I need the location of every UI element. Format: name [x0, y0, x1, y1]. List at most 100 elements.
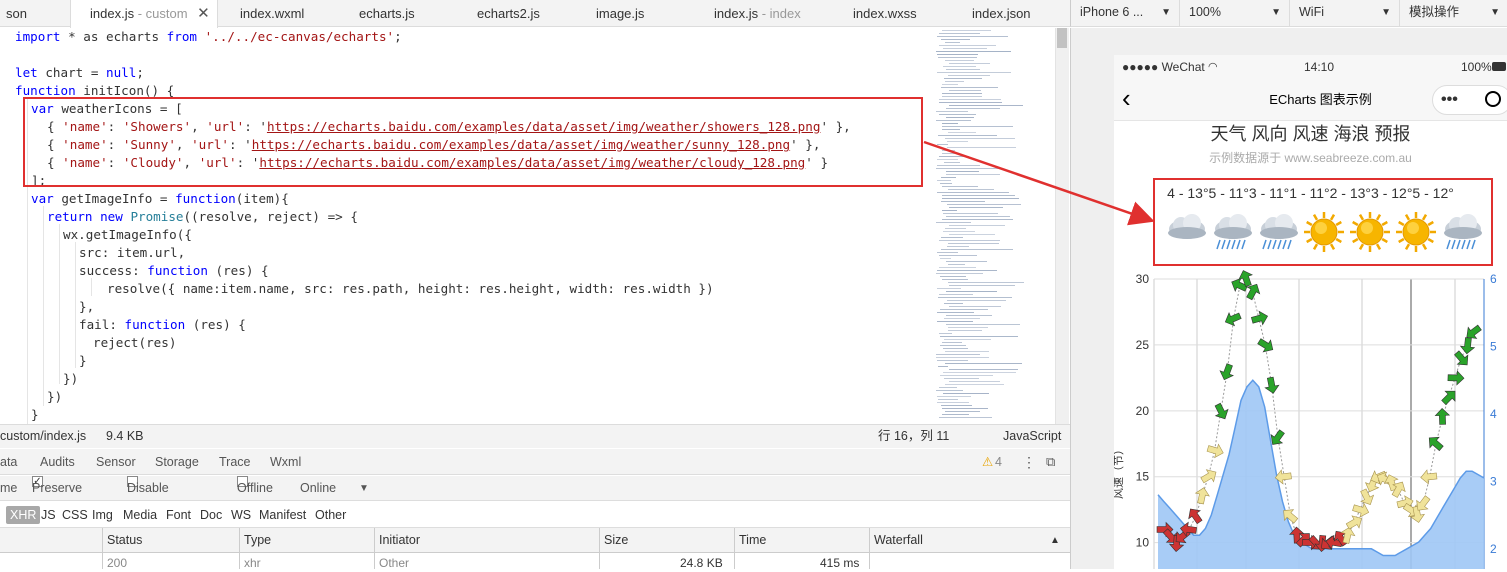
tab-storage[interactable]: Storage — [155, 449, 199, 475]
minimap-line — [939, 387, 957, 388]
minimap-line — [937, 36, 1008, 37]
close-circle-icon[interactable] — [1485, 91, 1501, 107]
filter-font[interactable]: Font — [166, 502, 191, 528]
code-line: import * as echarts from '../../ec-canva… — [15, 29, 402, 44]
scrollbar-thumb[interactable] — [1057, 28, 1067, 48]
action-select[interactable]: 模拟操作 ▼ — [1400, 0, 1507, 27]
minimap-line — [948, 282, 1024, 283]
tab-label: echarts2.js — [477, 6, 540, 21]
minimap-line — [947, 246, 969, 247]
minimap-line — [938, 297, 1012, 298]
tab-wxml[interactable]: Wxml — [270, 449, 301, 475]
tab-index-json[interactable]: index.json — [950, 0, 1070, 27]
zoom-select[interactable]: 100% ▼ — [1180, 0, 1290, 27]
filter-other[interactable]: Other — [315, 502, 346, 528]
tab-index-js-custom[interactable]: index.js - custom ✕ — [70, 0, 218, 28]
sort-up-icon[interactable]: ▲ — [1050, 528, 1060, 553]
filter-img[interactable]: Img — [92, 502, 113, 528]
minimap-line — [946, 108, 1000, 109]
filter-doc[interactable]: Doc — [200, 502, 222, 528]
undock-icon[interactable]: ⧉ — [1046, 449, 1055, 475]
minimap-line — [947, 141, 968, 142]
status-bar: custom/index.js 9.4 KB 行 16，列 11 JavaScr… — [0, 424, 1070, 448]
filter-css[interactable]: CSS — [62, 502, 88, 528]
col-size[interactable]: Size — [604, 528, 628, 553]
tab-image-js[interactable]: image.js — [572, 0, 690, 27]
minimap-line — [948, 75, 990, 76]
minimap-line — [937, 288, 961, 289]
y2-tick-label: 5 — [1490, 339, 1497, 353]
network-select[interactable]: WiFi ▼ — [1290, 0, 1400, 27]
more-icon[interactable]: ⋮ — [1022, 449, 1036, 475]
minimap-line — [943, 48, 987, 49]
minimap-line — [946, 216, 1010, 217]
minimap-line — [940, 309, 988, 310]
filter-xhr[interactable]: XHR — [6, 506, 41, 524]
chevron-down-icon[interactable]: ▼ — [359, 476, 369, 501]
tab-suffix: - index — [758, 6, 801, 21]
filter-ws[interactable]: WS — [231, 502, 251, 528]
minimap-line — [948, 243, 999, 244]
cursor-position[interactable]: 行 16，列 11 — [878, 425, 949, 447]
file-size: 9.4 KB — [106, 429, 144, 443]
table-row[interactable]: 200 xhr Other 24.8 KB 415 ms — [0, 554, 1070, 570]
minimap-line — [936, 111, 968, 112]
tab-label: image.js — [596, 6, 645, 21]
device-select[interactable]: iPhone 6 ... ▼ — [1071, 0, 1180, 27]
tab-echarts2-js[interactable]: echarts2.js — [454, 0, 572, 27]
minimap-line — [944, 378, 979, 379]
minimap-line — [943, 348, 968, 349]
highlight-box — [23, 97, 923, 187]
warning-count: 4 — [995, 455, 1002, 469]
minimap-line — [944, 339, 991, 340]
tab-trace[interactable]: Trace — [219, 449, 251, 475]
phone-screen: ●●●●● WeChat ◠ 14:10 100% ‹ ECharts 图表示例… — [1114, 55, 1507, 569]
col-time[interactable]: Time — [739, 528, 766, 553]
filter-media[interactable]: Media — [123, 502, 157, 528]
tab-index-wxss[interactable]: index.wxss — [830, 0, 950, 27]
minimap-line — [937, 165, 980, 166]
minimap-line — [945, 42, 960, 43]
minimap-line — [942, 129, 960, 130]
y-tick-label: 10 — [1136, 536, 1150, 550]
vertical-scrollbar[interactable] — [1055, 28, 1069, 424]
y2-tick-label: 2 — [1490, 542, 1497, 556]
minimap-line — [944, 78, 982, 79]
col-type[interactable]: Type — [244, 528, 271, 553]
more-icon[interactable]: ••• — [1441, 90, 1458, 110]
col-initiator[interactable]: Initiator — [379, 528, 420, 553]
ios-status-bar: ●●●●● WeChat ◠ 14:10 100% — [1114, 55, 1507, 79]
tab-sensor[interactable]: Sensor — [96, 449, 136, 475]
code-editor[interactable]: import * as echarts from '../../ec-canva… — [0, 28, 930, 424]
minimap-line — [936, 357, 989, 358]
minimap-line — [940, 258, 951, 259]
language-mode[interactable]: JavaScript — [1003, 425, 1061, 447]
showers-icon — [1444, 214, 1482, 250]
y-tick-label: 25 — [1136, 338, 1150, 352]
minimap-line — [945, 351, 989, 352]
tab-json[interactable]: son — [0, 0, 70, 27]
close-icon[interactable]: ✕ — [197, 5, 210, 22]
col-waterfall[interactable]: Waterfall — [874, 528, 923, 553]
minimap-line — [943, 393, 989, 394]
tab-audits[interactable]: Audits — [40, 449, 75, 475]
filter-manifest[interactable]: Manifest — [259, 502, 306, 528]
tab-label: index.wxml — [240, 6, 305, 21]
capsule-menu[interactable]: ••• — [1432, 85, 1507, 115]
warning-icon[interactable]: ⚠ — [982, 449, 993, 475]
filter-js[interactable]: JS — [41, 502, 56, 528]
minimap[interactable] — [932, 28, 1054, 424]
tab-echarts-js[interactable]: echarts.js — [336, 0, 454, 27]
tab-index-js-index[interactable]: index.js - index — [690, 0, 830, 27]
code-line: wx.getImageInfo({ — [63, 227, 192, 242]
minimap-line — [946, 117, 974, 118]
tab-index-wxml[interactable]: index.wxml — [218, 0, 336, 27]
showers-icon — [1214, 214, 1252, 250]
col-status[interactable]: Status — [107, 528, 142, 553]
tab-data[interactable]: ata — [0, 449, 17, 475]
minimap-line — [945, 60, 974, 61]
minimap-line — [942, 30, 991, 31]
code-line: } — [79, 353, 87, 368]
minimap-line — [949, 285, 1015, 286]
throttle-select[interactable]: Online — [300, 476, 336, 501]
